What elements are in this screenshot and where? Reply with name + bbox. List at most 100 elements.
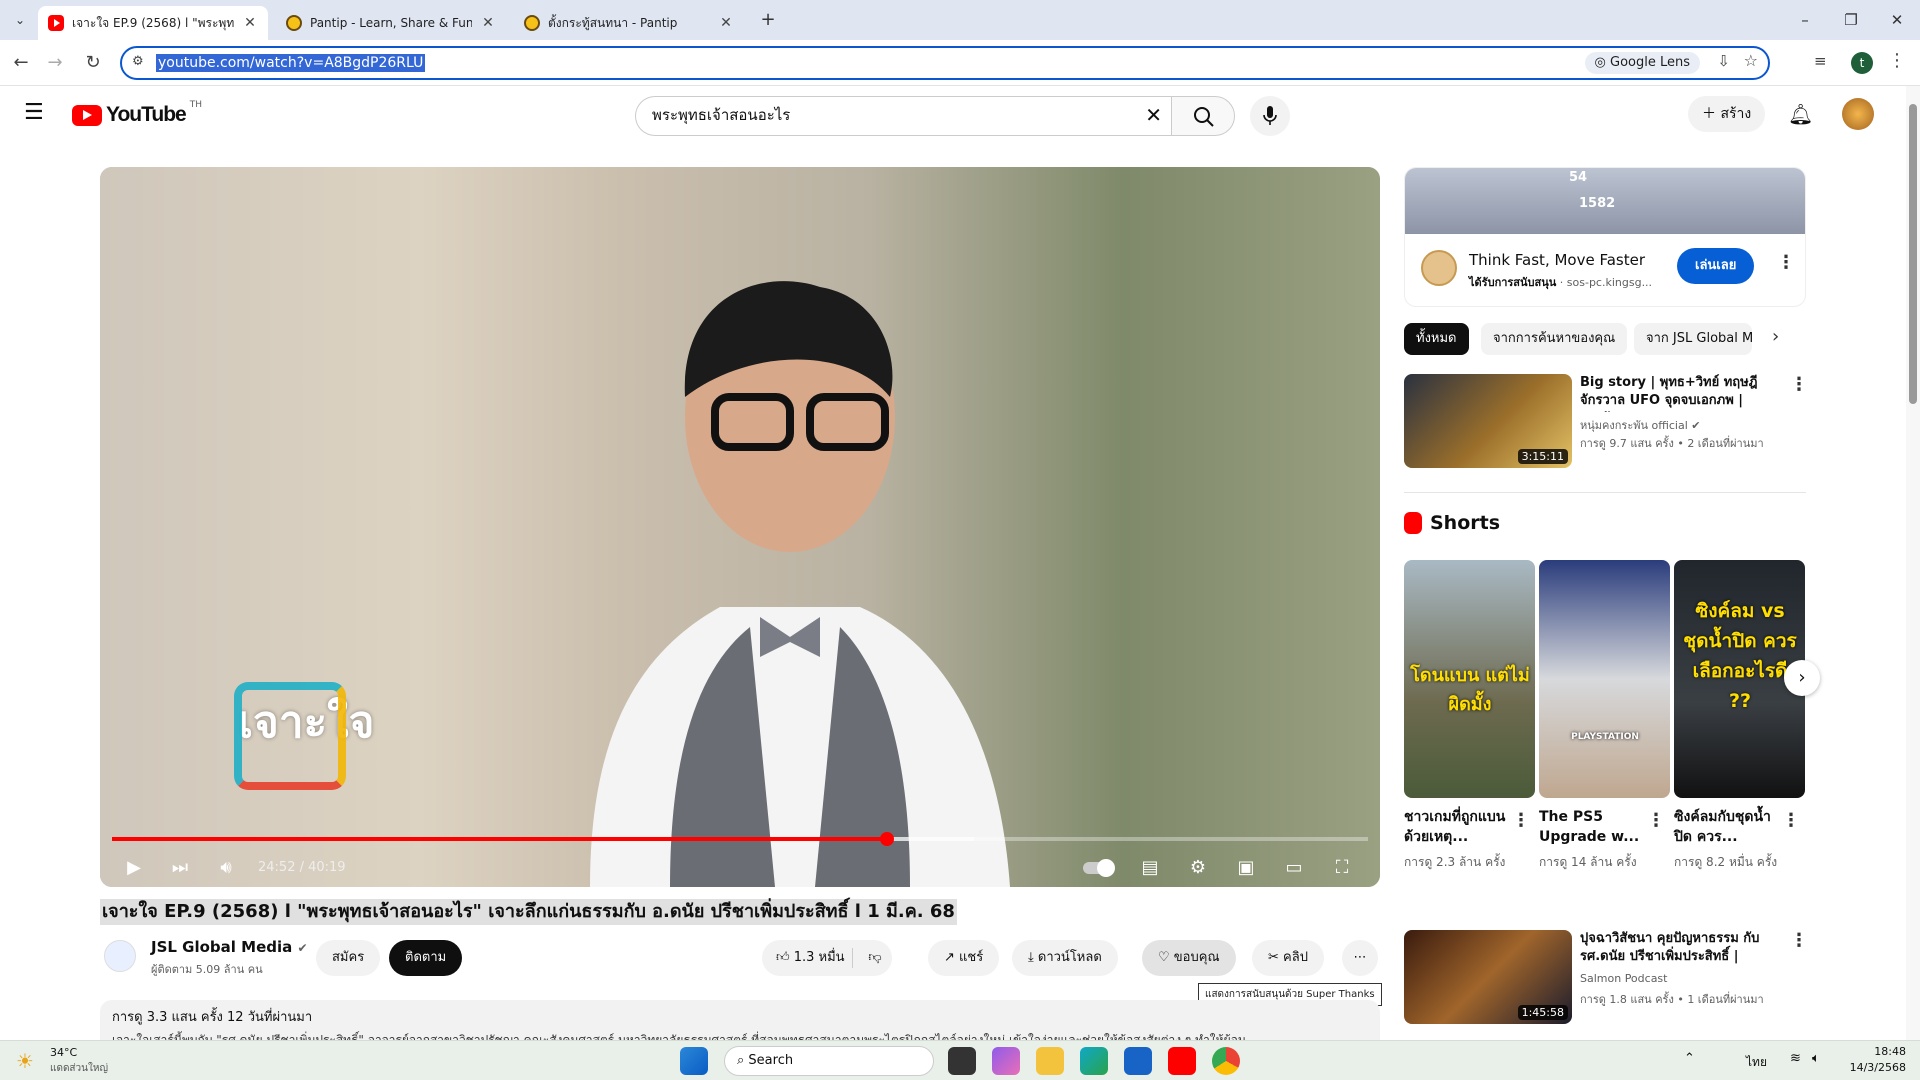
task-view-icon[interactable] — [948, 1047, 976, 1075]
notifications-bell-icon[interactable]: 🔔︎ — [1788, 102, 1813, 126]
scrubber-handle[interactable] — [879, 832, 894, 846]
rec-menu-icon[interactable]: ⋮ — [1790, 374, 1808, 395]
chip-from-channel[interactable]: จาก JSL Global M — [1634, 323, 1752, 355]
share-button[interactable]: ↗ แชร์ — [928, 940, 1000, 976]
search-button[interactable] — [1171, 96, 1235, 136]
google-lens-button[interactable]: ◎ Google Lens — [1584, 52, 1700, 74]
chrome-menu-icon[interactable]: ⋮ — [1888, 50, 1906, 71]
miniplayer-button[interactable]: ▣ — [1228, 850, 1264, 886]
address-bar[interactable]: ⚙ youtube.com/watch?v=A8BgdP26RLU ◎ Goog… — [120, 46, 1770, 80]
sponsored-label: ได้รับการสนับสนุน — [1469, 276, 1557, 289]
tab-pantip-post[interactable]: ตั้งกระทู้สนทนา - Pantip ✕ — [514, 6, 744, 40]
create-button[interactable]: ＋ สร้าง — [1688, 96, 1766, 132]
ad-title: Think Fast, Move Faster — [1469, 251, 1646, 269]
progress-bar[interactable] — [112, 832, 1368, 846]
recommended-video[interactable]: 3:15:11 Big story | พุทธ+วิทย์ ทฤษฎีจักร… — [1404, 374, 1808, 470]
site-info-icon[interactable]: ⚙ — [132, 54, 144, 69]
taskbar-search[interactable]: ⌕ Search — [724, 1046, 934, 1076]
close-tab-icon[interactable]: ✕ — [242, 15, 258, 31]
channel-name[interactable]: JSL Global Media ✔ — [151, 938, 308, 956]
short-menu-icon[interactable]: ⋮ — [1782, 810, 1800, 831]
store-icon[interactable] — [1124, 1047, 1152, 1075]
ad-menu-icon[interactable]: ⋮ — [1777, 252, 1795, 273]
chrome-icon[interactable] — [1212, 1047, 1240, 1075]
chevron-right-icon: › — [1798, 667, 1806, 688]
voice-search-button[interactable] — [1250, 96, 1290, 136]
back-icon[interactable]: ← — [8, 50, 34, 76]
short-title[interactable]: The PS5 Upgrade w... — [1539, 807, 1649, 847]
shorts-next-button[interactable]: › — [1784, 660, 1820, 696]
sponsored-ad-card[interactable]: 54 1582 Think Fast, Move Faster ได้รับกา… — [1404, 167, 1806, 307]
speaker-icon[interactable]: 🔈︎ — [1812, 1051, 1820, 1066]
play-button[interactable]: ▶ — [116, 850, 152, 886]
wifi-icon[interactable]: ≋ — [1790, 1051, 1801, 1066]
chip-from-search[interactable]: จากการค้นหาของคุณ — [1481, 323, 1628, 355]
volume-button[interactable]: 🔊︎ — [208, 850, 244, 886]
theater-mode-button[interactable]: ▭ — [1276, 850, 1312, 886]
tab-youtube[interactable]: เจาะใจ EP.9 (2568) l "พระพุทธเจ้าส ✕ — [38, 6, 268, 40]
hamburger-menu-icon[interactable]: ☰ — [24, 100, 44, 125]
rec-menu-icon[interactable]: ⋮ — [1790, 930, 1808, 951]
url-text[interactable]: youtube.com/watch?v=A8BgdP26RLU — [156, 54, 426, 72]
settings-button[interactable]: ⚙ — [1180, 850, 1216, 886]
fullscreen-button[interactable]: ⛶ — [1324, 850, 1360, 886]
edge-browser-icon[interactable] — [1080, 1047, 1108, 1075]
autoplay-toggle[interactable] — [1078, 850, 1118, 886]
ad-cta-button[interactable]: เล่นเลย — [1677, 248, 1755, 284]
channel-avatar[interactable] — [104, 940, 136, 972]
short-menu-icon[interactable]: ⋮ — [1512, 810, 1530, 831]
restore-icon[interactable]: ❐ — [1836, 8, 1866, 32]
show-hidden-icons[interactable]: ⌃ — [1684, 1051, 1695, 1066]
close-tab-icon[interactable]: ✕ — [718, 15, 734, 31]
scrollbar-thumb[interactable] — [1909, 104, 1917, 404]
clock-time[interactable]: 18:48 — [1846, 1045, 1906, 1058]
reload-icon[interactable]: ↻ — [80, 50, 106, 76]
close-tab-icon[interactable]: ✕ — [480, 15, 496, 31]
reading-list-icon[interactable]: ≡ — [1814, 52, 1827, 70]
thanks-button[interactable]: ♡ ขอบคุณ — [1142, 940, 1236, 976]
video-player[interactable]: เจาะใจ ▶ ⏭ 🔊︎ 24:52 / 40:19 ▤ ⚙ ▣ ▭ ⛶ — [100, 167, 1380, 887]
youtube-logo[interactable]: YouTube TH — [72, 100, 202, 126]
next-button[interactable]: ⏭ — [162, 850, 198, 886]
short-caption: ซิงค์ลม vs ชุดน้ำปิด ควรเลือกอะไรดี ?? — [1683, 600, 1797, 712]
description-box[interactable]: การดู 3.3 แสน ครั้ง 12 วันที่ผ่านมา เจาะ… — [100, 1000, 1380, 1047]
tab-pantip[interactable]: Pantip - Learn, Share & Fun ✕ — [276, 6, 506, 40]
clip-label: คลิป — [1283, 950, 1308, 965]
start-windows-icon[interactable] — [680, 1047, 708, 1075]
dislike-button[interactable]: 👎︎ — [858, 940, 892, 976]
like-button[interactable]: 👍︎ 1.3 หมื่น — [762, 940, 852, 976]
short-thumbnail[interactable]: โดนแบน แต่ไม่ผิดมั้ง — [1404, 560, 1535, 798]
input-language[interactable]: ไทย — [1746, 1053, 1767, 1072]
gear-icon: ⚙ — [1189, 857, 1207, 878]
clear-search-icon[interactable]: ✕ — [1145, 103, 1162, 127]
chip-all[interactable]: ทั้งหมด — [1404, 323, 1469, 355]
subscribe-button[interactable]: ติดตาม — [389, 940, 463, 976]
search-input[interactable] — [652, 106, 1122, 124]
short-thumbnail[interactable]: PLAYSTATION — [1539, 560, 1670, 798]
copilot-icon[interactable] — [992, 1047, 1020, 1075]
recommended-video[interactable]: 1:45:58 ปุจฉาวิสัชนา คุยปัญหาธรรม กับ รศ… — [1404, 930, 1808, 1026]
short-title[interactable]: ชาวเกมที่ถูกแบนด้วยเหตุ... — [1404, 807, 1514, 847]
subtitles-button[interactable]: ▤ — [1132, 850, 1168, 886]
profile-avatar[interactable]: t — [1851, 52, 1873, 74]
join-button[interactable]: สมัคร — [316, 940, 381, 976]
close-window-icon[interactable]: ✕ — [1882, 8, 1912, 32]
more-actions-button[interactable]: ⋯ — [1342, 940, 1378, 976]
clip-button[interactable]: ✂ คลิป — [1252, 940, 1324, 976]
search-box[interactable]: ✕ — [635, 96, 1172, 136]
minimize-icon[interactable]: – — [1790, 8, 1820, 32]
forward-icon[interactable]: → — [42, 50, 68, 76]
install-app-icon[interactable]: ⇩ — [1717, 52, 1730, 70]
account-avatar[interactable] — [1842, 98, 1874, 130]
bookmark-star-icon[interactable]: ☆ — [1744, 51, 1758, 70]
file-explorer-icon[interactable] — [1036, 1047, 1064, 1075]
download-button[interactable]: ⤓ ดาวน์โหลด — [1012, 940, 1118, 976]
short-menu-icon[interactable]: ⋮ — [1647, 810, 1665, 831]
clock-date[interactable]: 14/3/2568 — [1846, 1061, 1906, 1074]
short-title[interactable]: ซิงค์ลมกับชุดน้ำปิด ควร... — [1674, 807, 1784, 847]
tab-search-icon[interactable]: ⌄ — [10, 10, 30, 30]
chips-next-chevron-icon[interactable]: › — [1772, 326, 1779, 347]
youtube-app-icon[interactable] — [1168, 1047, 1196, 1075]
new-tab-button[interactable]: + — [756, 8, 780, 32]
page-scrollbar[interactable] — [1906, 86, 1920, 1040]
